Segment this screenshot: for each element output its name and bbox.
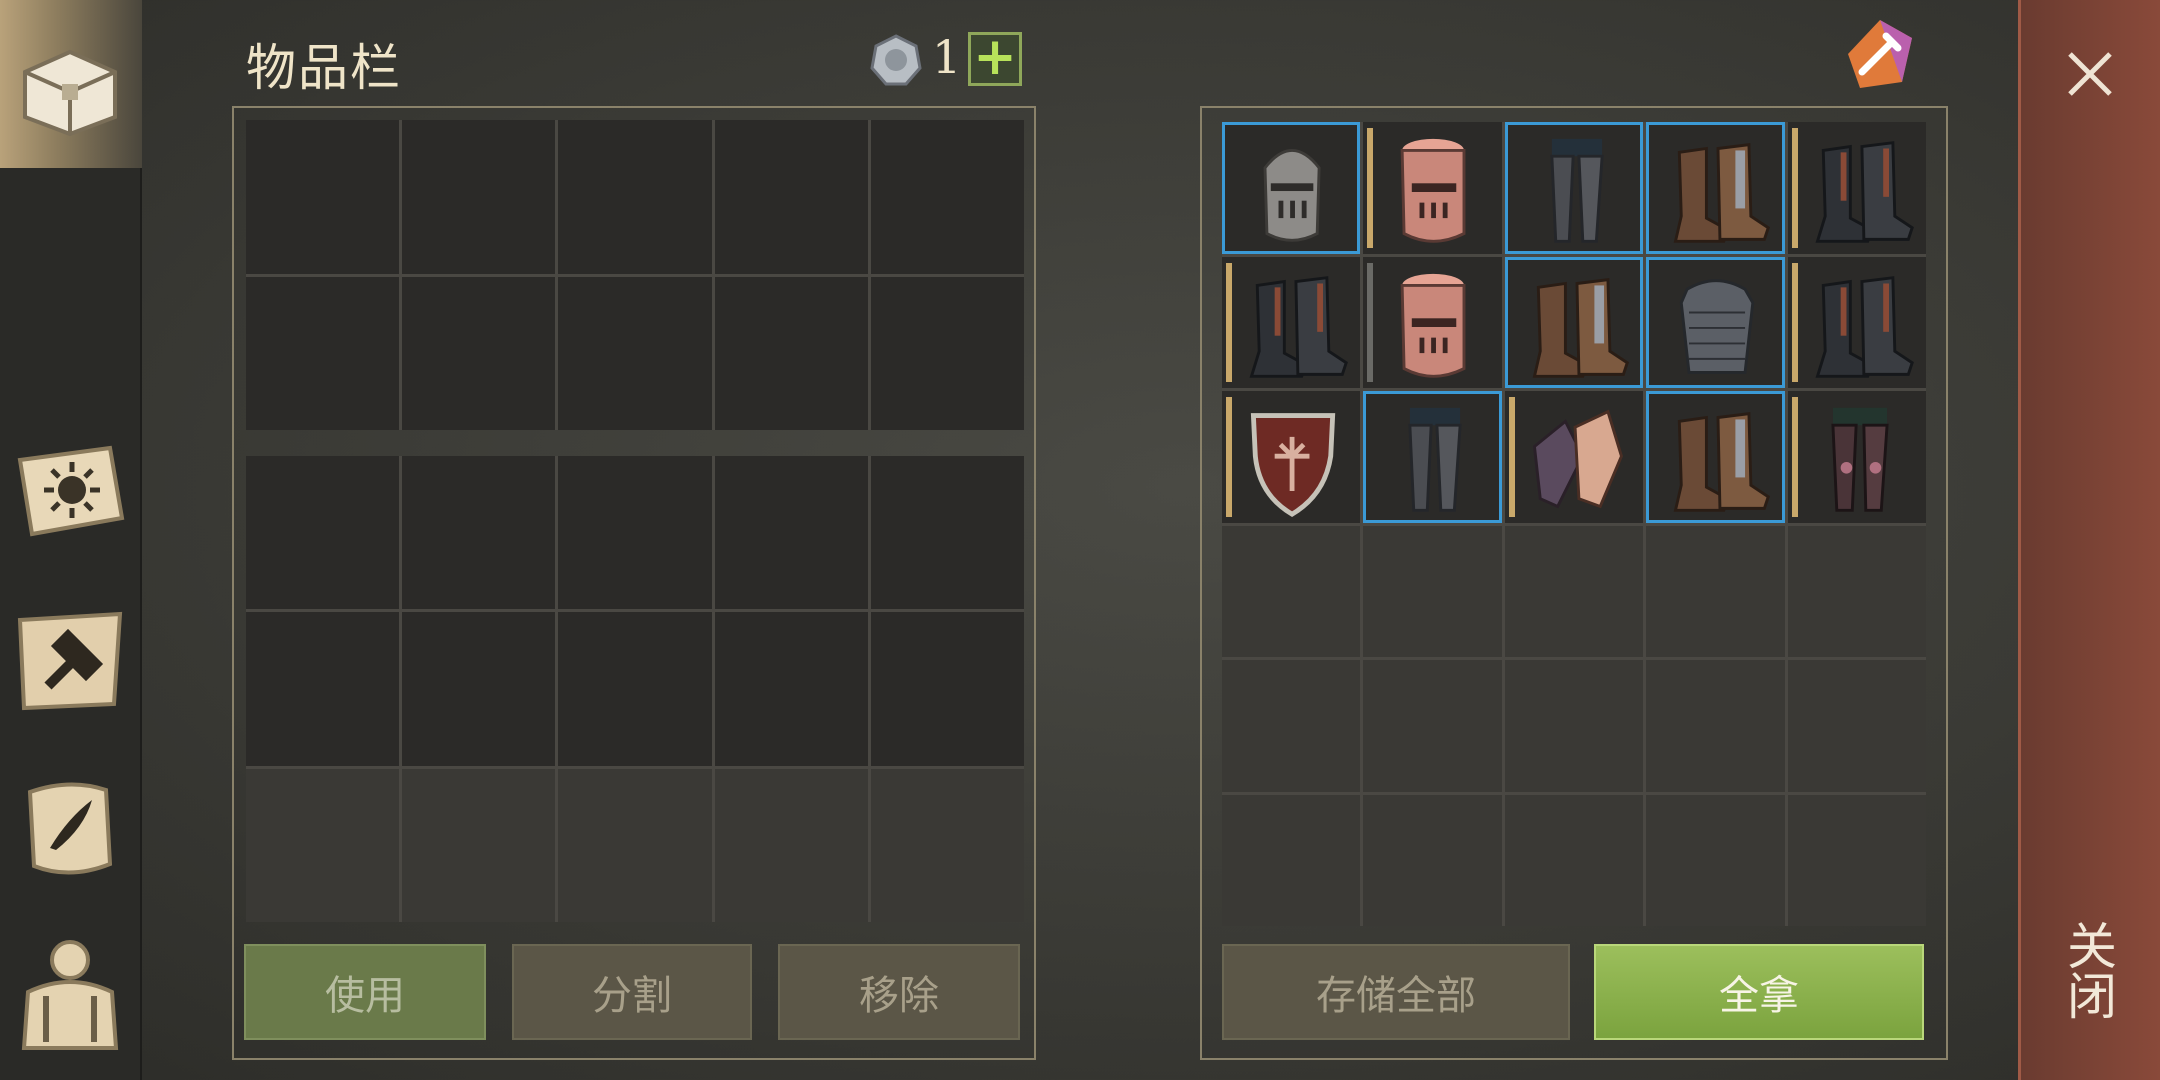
container-item-slot[interactable]	[1646, 391, 1785, 523]
container-item-slot[interactable]	[1222, 122, 1361, 254]
container-item-slot[interactable]	[1504, 122, 1644, 254]
rarity-bar	[1367, 262, 1374, 382]
inventory-slot[interactable]	[870, 456, 1024, 610]
container-slot[interactable]	[1504, 525, 1644, 657]
inventory-title: 物品栏	[246, 39, 402, 97]
container-slot[interactable]	[1646, 525, 1785, 657]
chest-icon[interactable]	[10, 22, 130, 142]
container-item-slot[interactable]	[1222, 391, 1361, 523]
store-all-button[interactable]: 存储全部	[1222, 944, 1570, 1040]
container-slot[interactable]	[1363, 525, 1502, 657]
container-slot[interactable]	[1363, 660, 1502, 792]
inventory-slot[interactable]	[558, 456, 712, 610]
crafting-hammer-icon[interactable]	[10, 600, 130, 720]
inventory-slot[interactable]	[558, 612, 712, 766]
container-item-slot[interactable]	[1363, 256, 1502, 388]
container-item-slot[interactable]	[1646, 256, 1785, 388]
inventory-slot[interactable]	[558, 120, 712, 274]
add-currency-button[interactable]: +	[968, 31, 1022, 86]
container-slot[interactable]	[1504, 660, 1644, 792]
inventory-slot[interactable]	[246, 276, 400, 430]
inventory-slot[interactable]	[246, 120, 400, 274]
container-slot[interactable]	[1787, 525, 1926, 657]
container-slot[interactable]	[1222, 525, 1361, 657]
inventory-slot[interactable]	[870, 612, 1024, 766]
close-panel[interactable]	[2018, 0, 2160, 1080]
split-button[interactable]: 分割	[512, 944, 752, 1040]
container-slot[interactable]	[1787, 660, 1926, 792]
inventory-grid-main	[246, 120, 1024, 430]
rarity-bar	[1226, 262, 1232, 382]
inventory-slot[interactable]	[870, 768, 1024, 922]
container-slot[interactable]	[1363, 794, 1502, 926]
container-item-slot[interactable]	[1504, 391, 1644, 523]
container-slot[interactable]	[1646, 794, 1785, 926]
inventory-slot[interactable]	[246, 768, 400, 922]
inventory-slot[interactable]	[246, 612, 400, 766]
container-item-slot[interactable]	[1222, 256, 1361, 388]
inventory-slot[interactable]	[402, 120, 556, 274]
container-grid	[1222, 122, 1926, 926]
sidebar	[0, 0, 142, 1080]
rarity-bar	[1367, 128, 1374, 248]
rarity-bar	[1791, 128, 1798, 248]
container-item-slot[interactable]	[1504, 256, 1644, 388]
container-slot[interactable]	[1504, 794, 1644, 926]
rarity-bar	[1791, 262, 1798, 382]
inventory-slot[interactable]	[714, 456, 868, 610]
inventory-slot[interactable]	[402, 276, 556, 430]
inventory-slot[interactable]	[714, 120, 868, 274]
rarity-bar	[1226, 397, 1232, 517]
container-slot[interactable]	[1787, 794, 1926, 926]
scroll-quill-icon[interactable]	[10, 768, 130, 888]
container-slot[interactable]	[1222, 794, 1361, 926]
container-slot[interactable]	[1646, 660, 1785, 792]
container-item-slot[interactable]	[1363, 391, 1502, 523]
inventory-slot[interactable]	[558, 768, 712, 922]
container-item-slot[interactable]	[1787, 122, 1926, 254]
use-button[interactable]: 使用	[244, 944, 486, 1040]
inventory-slot[interactable]	[402, 612, 556, 766]
inventory-slot[interactable]	[714, 276, 868, 430]
sort-brush-icon[interactable]	[1840, 14, 1920, 94]
remove-button[interactable]: 移除	[778, 944, 1020, 1040]
rarity-bar	[1508, 397, 1515, 517]
inventory-slot[interactable]	[402, 768, 556, 922]
silver-coin-icon	[870, 34, 922, 86]
container-slot[interactable]	[1222, 660, 1361, 792]
sun-book-icon[interactable]	[10, 430, 130, 550]
rarity-bar	[1791, 397, 1798, 517]
character-backpack-icon[interactable]	[10, 932, 130, 1052]
container-item-slot[interactable]	[1787, 391, 1926, 523]
close-label[interactable]: 关闭	[2059, 920, 2124, 1020]
container-item-slot[interactable]	[1646, 122, 1785, 254]
inventory-slot[interactable]	[246, 456, 400, 610]
inventory-grid-secondary	[246, 456, 1024, 922]
inventory-slot[interactable]	[870, 120, 1024, 274]
inventory-slot[interactable]	[714, 612, 868, 766]
close-icon[interactable]	[2062, 46, 2118, 102]
inventory-slot[interactable]	[402, 456, 556, 610]
coin-count: 1	[932, 30, 962, 84]
inventory-slot[interactable]	[558, 276, 712, 430]
take-all-button[interactable]: 全拿	[1594, 944, 1924, 1040]
inventory-slot[interactable]	[870, 276, 1024, 430]
container-item-slot[interactable]	[1363, 122, 1502, 254]
container-item-slot[interactable]	[1787, 256, 1926, 388]
inventory-slot[interactable]	[714, 768, 868, 922]
